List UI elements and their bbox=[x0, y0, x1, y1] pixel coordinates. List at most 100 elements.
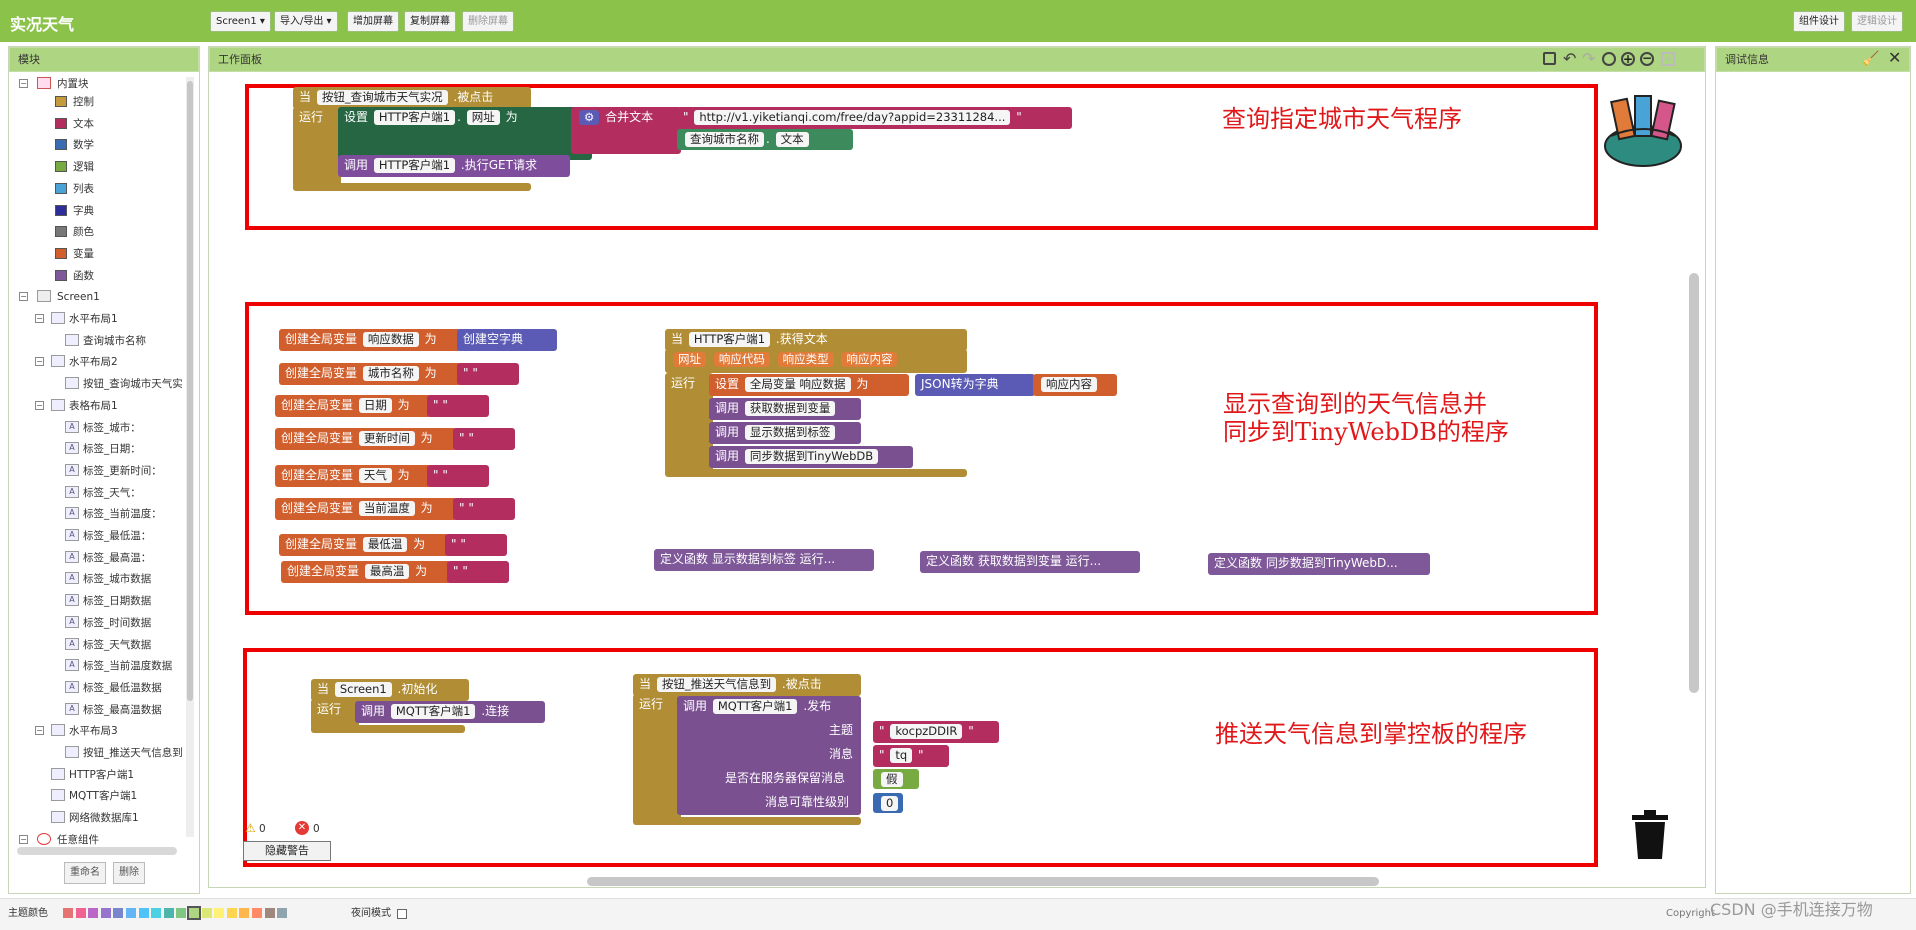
theme-swatch[interactable] bbox=[239, 908, 250, 918]
toggle-screen[interactable]: − bbox=[19, 292, 28, 302]
designer-button[interactable]: 组件设计 bbox=[1793, 11, 1845, 32]
component-item[interactable]: 标签_最低温数据 bbox=[83, 679, 162, 697]
rename-button[interactable]: 重命名 bbox=[64, 862, 106, 884]
collapse-icon[interactable]: + bbox=[1661, 52, 1675, 66]
global-var-block[interactable]: 创建全局变量 更新时间 为 bbox=[275, 428, 457, 450]
palette-hscrollbar[interactable] bbox=[17, 847, 177, 855]
toggle-component[interactable]: − bbox=[35, 726, 44, 736]
event-screen-init[interactable]: 当 Screen1 .初始化 bbox=[311, 679, 469, 701]
global-init-block[interactable]: 创建空字典 bbox=[457, 329, 557, 351]
builtin-item[interactable]: 列表 bbox=[73, 180, 94, 198]
theme-swatch[interactable] bbox=[187, 906, 201, 920]
event-button-click[interactable]: 当 按钮_查询城市天气实况 .被点击 bbox=[293, 87, 531, 109]
component-item[interactable]: 按钮_查询城市天气实 bbox=[83, 375, 183, 393]
city-name-text-block[interactable]: 查询城市名称. 文本 bbox=[677, 129, 853, 150]
theme-swatch[interactable] bbox=[126, 908, 136, 918]
event-push-button-click[interactable]: 当 按钮_推送天气信息到 .被点击 bbox=[633, 674, 861, 696]
theme-swatch[interactable] bbox=[113, 908, 124, 918]
component-item[interactable]: 标签_最高温数据 bbox=[83, 701, 162, 719]
proc-sync-data[interactable]: 定义函数 同步数据到TinyWebD... bbox=[1208, 553, 1430, 575]
global-init-block[interactable]: " " bbox=[447, 561, 509, 583]
component-item[interactable]: 标签_最低温： bbox=[83, 527, 151, 545]
global-var-block[interactable]: 创建全局变量 天气 为 bbox=[275, 465, 431, 487]
component-item[interactable]: HTTP客户端1 bbox=[69, 766, 134, 784]
component-item[interactable]: 标签_城市数据 bbox=[83, 570, 151, 588]
global-init-block[interactable]: " " bbox=[457, 363, 519, 385]
delete-screen-button[interactable]: 删除屏幕 bbox=[462, 11, 514, 32]
component-item[interactable]: 按钮_推送天气信息到 bbox=[83, 744, 183, 762]
component-item[interactable]: 标签_当前温度数据 bbox=[83, 657, 172, 675]
backpack-icon[interactable] bbox=[1601, 92, 1691, 172]
builtin-item[interactable]: 函数 bbox=[73, 267, 94, 285]
qos-number-block[interactable]: 0 bbox=[873, 793, 903, 813]
builtins-label[interactable]: 内置块 bbox=[57, 75, 89, 93]
toggle-component[interactable]: − bbox=[35, 400, 44, 410]
global-var-block[interactable]: 创建全局变量 当前温度 为 bbox=[275, 498, 457, 520]
json-to-dict-block[interactable]: JSON转为字典 bbox=[915, 374, 1035, 396]
theme-swatch[interactable] bbox=[277, 908, 288, 918]
toggle-component[interactable]: − bbox=[35, 357, 44, 367]
trash-icon[interactable] bbox=[1630, 809, 1670, 864]
get-resp-content[interactable]: 响应内容 bbox=[1033, 374, 1117, 396]
screen-label[interactable]: Screen1 bbox=[57, 288, 100, 306]
palette-vscrollbar[interactable] bbox=[186, 77, 194, 837]
toggle-any-component[interactable]: − bbox=[19, 834, 28, 844]
theme-swatch[interactable] bbox=[226, 908, 237, 918]
component-item[interactable]: 标签_时间数据 bbox=[83, 614, 151, 632]
night-mode-checkbox[interactable] bbox=[397, 909, 407, 919]
theme-swatch[interactable] bbox=[264, 908, 275, 918]
component-item[interactable]: 标签_天气数据 bbox=[83, 636, 151, 654]
copy-screen-button[interactable]: 复制屏幕 bbox=[404, 11, 456, 32]
component-item[interactable]: 水平布局3 bbox=[69, 722, 118, 740]
close-icon[interactable]: ✕ bbox=[1888, 48, 1901, 67]
component-item[interactable]: 标签_城市： bbox=[83, 419, 141, 437]
blocks-workspace[interactable]: 工作面板 ↶ ↷ + − + 查询指定城市天气程序 当 按钮_查询城市天气实况 … bbox=[208, 46, 1706, 888]
global-init-block[interactable]: " " bbox=[445, 534, 507, 556]
set-http-url-block[interactable]: 设置 HTTP客户端1. 网址 为 bbox=[338, 107, 592, 160]
broom-icon[interactable]: 🧹 bbox=[1862, 51, 1879, 67]
component-item[interactable]: 网络微数据库1 bbox=[69, 809, 139, 827]
component-item[interactable]: 标签_天气： bbox=[83, 484, 141, 502]
event-http-got-text[interactable]: 当 HTTP客户端1 .获得文本 bbox=[665, 329, 967, 351]
theme-swatch[interactable] bbox=[100, 908, 111, 918]
call-show-data-block[interactable]: 调用 显示数据到标签 bbox=[709, 422, 861, 444]
component-item[interactable]: 水平布局2 bbox=[69, 353, 118, 371]
set-global-response[interactable]: 设置 全局变量 响应数据 为 bbox=[709, 374, 909, 396]
global-var-block[interactable]: 创建全局变量 日期 为 bbox=[275, 395, 431, 417]
message-text-block[interactable]: " tq " bbox=[873, 745, 949, 767]
component-item[interactable]: 表格布局1 bbox=[69, 397, 118, 415]
toggle-builtins[interactable]: − bbox=[19, 79, 28, 88]
theme-swatch[interactable] bbox=[176, 908, 187, 918]
blocks-button[interactable]: 逻辑设计 bbox=[1851, 11, 1903, 32]
zoom-in-icon[interactable]: + bbox=[1621, 52, 1635, 66]
builtin-item[interactable]: 文本 bbox=[73, 115, 94, 133]
zoom-out-icon[interactable]: − bbox=[1640, 52, 1654, 66]
component-item[interactable]: 水平布局1 bbox=[69, 310, 118, 328]
proc-show-data[interactable]: 定义函数 显示数据到标签 运行... bbox=[654, 549, 874, 571]
theme-swatch[interactable] bbox=[75, 908, 86, 918]
builtin-item[interactable]: 数学 bbox=[73, 136, 94, 154]
workspace-vscrollbar[interactable] bbox=[1689, 273, 1699, 693]
theme-swatch[interactable] bbox=[151, 908, 162, 918]
toggle-component[interactable]: − bbox=[35, 314, 44, 323]
global-init-block[interactable]: " " bbox=[453, 498, 515, 520]
call-sync-data-block[interactable]: 调用 同步数据到TinyWebDB bbox=[709, 446, 913, 468]
url-text-block[interactable]: " http://v1.yiketianqi.com/free/day?appi… bbox=[677, 107, 1072, 129]
theme-swatch[interactable] bbox=[201, 908, 212, 918]
save-icon[interactable] bbox=[1543, 52, 1556, 65]
workspace-hscrollbar[interactable] bbox=[587, 877, 1379, 886]
theme-swatch[interactable] bbox=[63, 908, 73, 918]
import-export-menu[interactable]: 导入/导出 ▾ bbox=[274, 11, 338, 32]
component-item[interactable]: 标签_日期： bbox=[83, 440, 141, 458]
hide-warnings-button[interactable]: 隐藏警告 bbox=[243, 841, 331, 861]
global-var-block[interactable]: 创建全局变量 最高温 为 bbox=[281, 561, 451, 583]
topic-text-block[interactable]: " kocpzDDIR " bbox=[873, 721, 999, 743]
builtin-item[interactable]: 颜色 bbox=[73, 223, 94, 241]
proc-get-data[interactable]: 定义函数 获取数据到变量 运行... bbox=[920, 551, 1140, 573]
join-text-block[interactable]: ⚙ 合并文本 bbox=[571, 107, 681, 154]
theme-swatch[interactable] bbox=[88, 908, 99, 918]
screen-select[interactable]: Screen1 ▾ bbox=[210, 11, 271, 32]
theme-swatch[interactable] bbox=[252, 908, 262, 918]
global-init-block[interactable]: " " bbox=[427, 465, 489, 487]
builtin-item[interactable]: 逻辑 bbox=[73, 158, 94, 176]
